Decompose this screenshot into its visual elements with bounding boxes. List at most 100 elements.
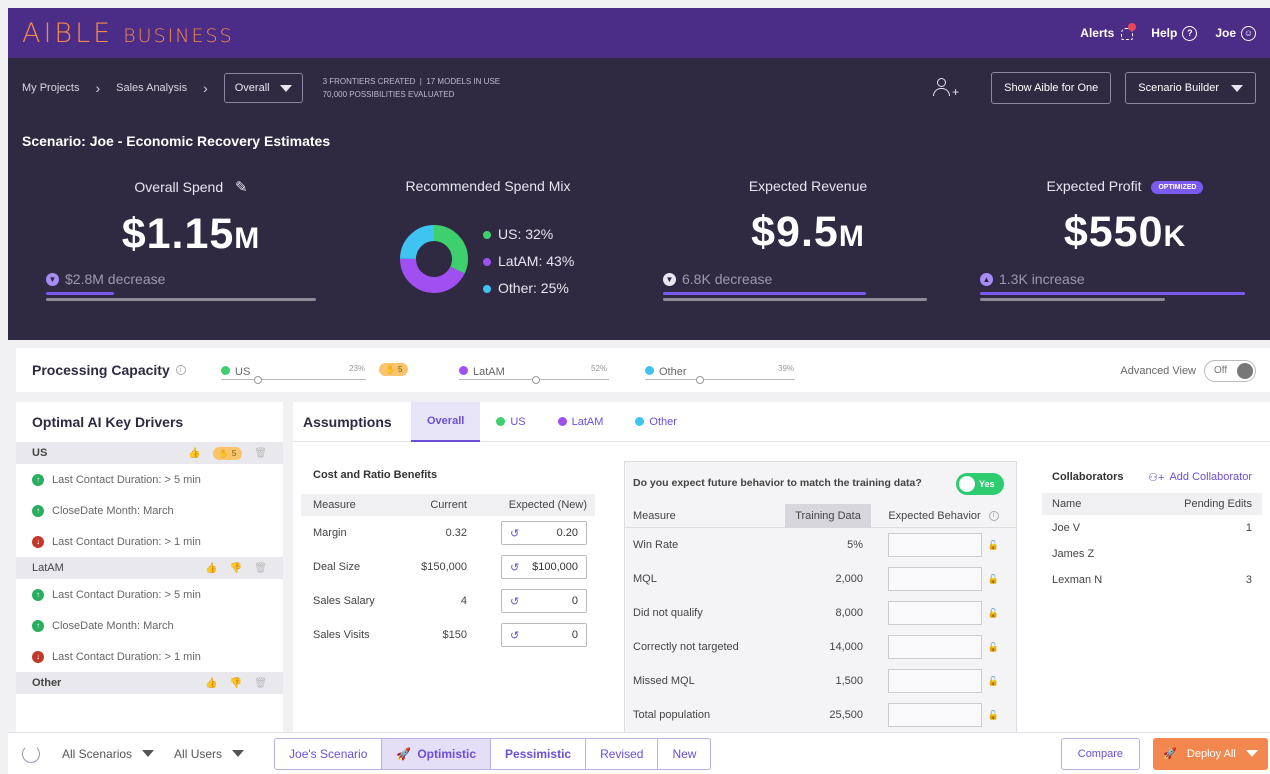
deploy-all-button[interactable]: 🚀 Deploy All (1153, 737, 1268, 770)
view-select[interactable]: Overall (223, 73, 303, 103)
lock-icon: 🔓 (987, 539, 1000, 550)
top-bar: AIBLE BUSINESS Alerts Help ? Joe ☺ (8, 8, 1270, 58)
trash-icon[interactable]: 🗑 (254, 678, 267, 689)
notification-dot (1128, 23, 1137, 31)
expected-behavior-input[interactable] (887, 703, 982, 727)
arrow-down-icon: ↓ (32, 535, 44, 548)
expected-behavior-input[interactable] (887, 533, 982, 557)
brand-logo[interactable]: AIBLE BUSINESS (22, 18, 234, 49)
profit-baseline-bar (980, 298, 1165, 301)
info-icon[interactable]: i (175, 365, 186, 375)
logo-main-text: AIBLE (22, 17, 114, 49)
driver-item[interactable]: ↑ CloseDate Month: March (16, 610, 283, 641)
capacity-slider-latam[interactable]: LatAM 52% (459, 362, 609, 384)
all-users-dropdown[interactable]: All Users (174, 747, 245, 761)
expected-deal-size-input[interactable]: ↺ $100,000 (501, 555, 587, 579)
add-user-icon[interactable]: + (933, 77, 959, 99)
driver-item[interactable]: ↓ Last Contact Duration: > 1 min (16, 641, 283, 672)
alerts-label: Alerts (1080, 26, 1115, 40)
thumbs-up-icon[interactable]: 👍 (205, 563, 217, 574)
expected-profit-metric: Expected Profit OPTIMIZED $550K ▲ 1.3K i… (980, 178, 1270, 287)
overall-spend-metric: Overall Spend ✎ $1.15M ▼ $2.8M decrease (46, 178, 336, 287)
user-menu[interactable]: Joe ☺ (1215, 25, 1256, 41)
expected-behavior-input[interactable] (887, 635, 982, 659)
arrow-up-icon: ↑ (32, 504, 44, 517)
info-icon[interactable]: i (988, 510, 999, 521)
lock-icon: 🔓 (987, 573, 1000, 584)
tab-revised[interactable]: Revised (586, 738, 659, 769)
revenue-baseline-bar (663, 298, 927, 301)
tab-pessimistic[interactable]: Pessimistic (491, 738, 587, 769)
scenario-summary: Scenario: Joe - Economic Recovery Estima… (8, 118, 1270, 340)
assumptions-title: Assumptions (303, 413, 392, 430)
profit-progress-bar (980, 292, 1245, 295)
advanced-view-toggle[interactable]: Off (1204, 360, 1256, 382)
show-aible-for-one-button[interactable]: Show Aible for One (991, 72, 1112, 104)
tab-latam[interactable]: LatAM (542, 402, 620, 442)
table-row: Win Rate 5% 🔓 (625, 528, 1016, 562)
driver-item[interactable]: ↑ Last Contact Duration: > 5 min (16, 464, 283, 495)
spend-delta: ▼ $2.8M decrease (46, 271, 165, 287)
arrow-down-icon: ↓ (32, 650, 44, 663)
thumbs-up-icon[interactable]: 👍 (205, 678, 217, 689)
collaborators-title: Collaborators (1052, 471, 1124, 483)
tab-us[interactable]: US (480, 402, 541, 442)
tab-new[interactable]: New (658, 739, 710, 769)
caret-down-icon (1245, 750, 1258, 757)
expected-sales-salary-input[interactable]: ↺ 0 (501, 589, 587, 613)
compare-button[interactable]: Compare (1060, 737, 1140, 770)
all-scenarios-dropdown[interactable]: All Scenarios (62, 747, 155, 761)
table-row: Did not qualify 8,000 🔓 (625, 596, 1016, 630)
collaborator-row: Joe V1 (1052, 522, 1252, 534)
help-button[interactable]: Help ? (1151, 25, 1198, 41)
arrow-down-circle-icon: ▼ (46, 272, 59, 286)
help-label: Help (1151, 26, 1178, 40)
thumbs-down-icon[interactable]: 👎 (230, 563, 242, 574)
expected-behavior-input[interactable] (887, 601, 982, 625)
add-collaborator-button[interactable]: ⚇+ Add Collaborator (1148, 471, 1252, 484)
crumb-my-projects[interactable]: My Projects (22, 82, 79, 94)
cost-ratio-title: Cost and Ratio Benefits (313, 469, 438, 481)
capacity-slider-us[interactable]: US 23% ✋ 5 (221, 362, 409, 384)
expected-margin-input[interactable]: ↺ 0.20 (501, 521, 587, 545)
trash-icon[interactable]: 🗑 (254, 448, 267, 459)
scenario-builder-select[interactable]: Scenario Builder (1125, 72, 1256, 104)
optimized-badge: OPTIMIZED (1151, 180, 1204, 194)
legend-other: Other: 25% (483, 275, 574, 302)
tab-other[interactable]: Other (619, 402, 693, 442)
expected-behavior-input[interactable] (887, 567, 982, 591)
tab-joes-scenario[interactable]: Joe's Scenario (275, 738, 383, 769)
expected-sales-visits-input[interactable]: ↺ 0 (501, 623, 587, 647)
driver-item[interactable]: ↑ CloseDate Month: March (16, 495, 283, 526)
tab-optimistic[interactable]: 🚀 Optimistic (382, 738, 492, 769)
crumb-sales-analysis[interactable]: Sales Analysis (116, 82, 187, 94)
driver-item[interactable]: ↑ Last Contact Duration: > 5 min (16, 579, 283, 610)
alerts-button[interactable]: Alerts (1080, 23, 1137, 40)
arrow-up-icon: ↑ (32, 473, 44, 486)
caret-down-icon (142, 750, 155, 757)
driver-group-other: Other 👍 👎 🗑 (16, 672, 283, 694)
tab-overall[interactable]: Overall (411, 402, 481, 442)
capacity-slider-other[interactable]: Other 39% (645, 362, 795, 384)
thumbs-down-icon[interactable]: 👎 (230, 678, 242, 689)
spend-mix-label: Recommended Spend Mix (405, 178, 571, 194)
behavior-match-toggle[interactable]: Yes (956, 473, 1004, 495)
bell-icon (1119, 23, 1137, 40)
spend-progress-bar (46, 292, 114, 295)
dislike-count-pill[interactable]: ✋ 5 (212, 446, 243, 460)
table-row: Sales Salary 4 ↺ 0 (301, 584, 595, 618)
spend-mix-metric: Recommended Spend Mix (343, 178, 633, 194)
driver-item[interactable]: ↓ Last Contact Duration: > 1 min (16, 526, 283, 557)
thumbs-up-icon[interactable]: 👍 (188, 448, 200, 459)
revenue-delta: ▼ 6.8K decrease (663, 271, 772, 287)
expected-behavior-input[interactable] (887, 669, 982, 693)
refresh-icon[interactable] (22, 744, 40, 763)
slider-knob (254, 376, 262, 384)
assumptions-panel: Assumptions Overall US LatAM Other Cost … (293, 402, 1270, 732)
caret-down-icon (1231, 84, 1243, 92)
arrow-up-icon: ↑ (32, 619, 44, 632)
table-row: MQL 2,000 🔓 (625, 562, 1016, 596)
overall-spend-label: Overall Spend (134, 179, 224, 195)
trash-icon[interactable]: 🗑 (254, 563, 267, 574)
edit-icon[interactable]: ✎ (235, 179, 248, 196)
